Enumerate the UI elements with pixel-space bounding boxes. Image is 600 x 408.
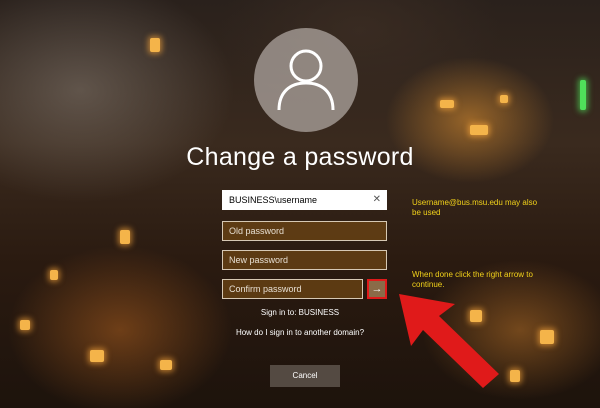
submit-annotation: When done click the right arrow to conti… bbox=[412, 270, 533, 289]
username-field[interactable]: BUSINESS\username ✕ bbox=[222, 190, 387, 210]
other-domain-link[interactable]: How do I sign in to another domain? bbox=[0, 328, 600, 337]
clear-icon[interactable]: ✕ bbox=[373, 191, 381, 209]
username-value: BUSINESS\username bbox=[229, 195, 318, 205]
arrow-right-icon: → bbox=[371, 283, 383, 295]
confirm-password-placeholder: Confirm password bbox=[229, 284, 302, 294]
confirm-password-field[interactable]: Confirm password bbox=[222, 279, 363, 299]
submit-arrow-button[interactable]: → bbox=[367, 279, 387, 299]
old-password-field[interactable]: Old password bbox=[222, 221, 387, 241]
new-password-field[interactable]: New password bbox=[222, 250, 387, 270]
username-annotation: Username@bus.msu.edu may also be used bbox=[412, 198, 538, 217]
old-password-placeholder: Old password bbox=[229, 226, 285, 236]
new-password-placeholder: New password bbox=[229, 255, 289, 265]
sign-in-domain-text: Sign in to: BUSINESS bbox=[260, 308, 340, 317]
page-title: Change a password bbox=[186, 143, 414, 171]
cancel-button[interactable]: Cancel bbox=[270, 365, 340, 387]
user-avatar-icon bbox=[254, 28, 358, 132]
red-pointer-arrow-icon bbox=[399, 294, 499, 388]
